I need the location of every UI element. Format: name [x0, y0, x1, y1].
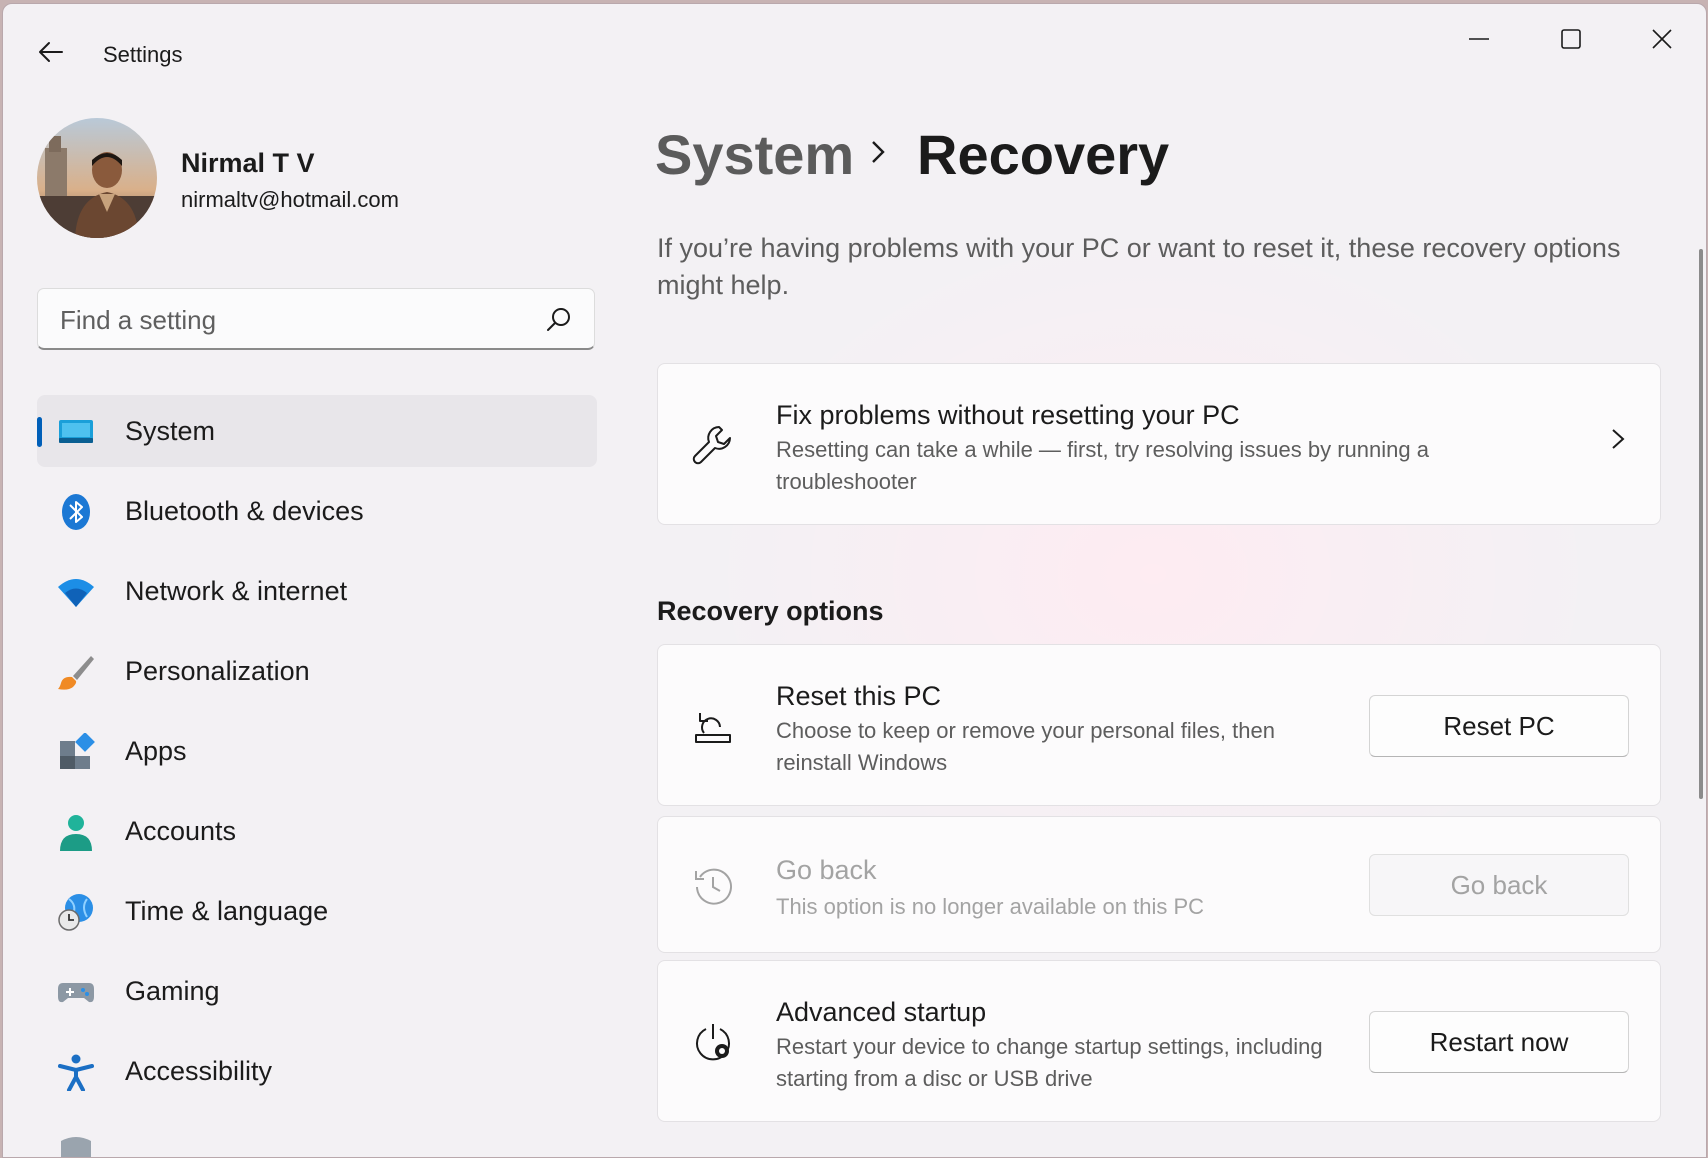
- intro-text: If you’re having problems with your PC o…: [657, 233, 1621, 300]
- card-description: This option is no longer available on th…: [776, 894, 1205, 919]
- reset-pc-card: Reset this PC Choose to keep or remove y…: [657, 644, 1661, 806]
- sidebar-item-label: System: [125, 416, 216, 446]
- avatar[interactable]: [37, 118, 157, 238]
- sidebar-item-time-language[interactable]: Time & language: [37, 875, 597, 947]
- person-icon: [60, 815, 92, 851]
- advanced-startup-icon: [696, 1024, 730, 1061]
- restart-now-button[interactable]: Restart now: [1369, 1011, 1629, 1073]
- search-icon[interactable]: [546, 307, 572, 333]
- sidebar-item-personalization[interactable]: Personalization: [37, 635, 597, 707]
- wrench-icon: [692, 426, 731, 465]
- accessibility-icon: [58, 1054, 94, 1091]
- sidebar-item-label: Network & internet: [125, 576, 348, 606]
- card-description: Resetting can take a while — first, try …: [776, 437, 1429, 494]
- shield-icon: [61, 1137, 91, 1157]
- search-input[interactable]: [58, 299, 532, 341]
- chevron-right-icon: [872, 141, 885, 163]
- sidebar-item-gaming[interactable]: Gaming: [37, 955, 597, 1027]
- sidebar-item-label: Personalization: [125, 656, 310, 686]
- card-title: Go back: [776, 855, 877, 885]
- user-name: Nirmal T V: [181, 148, 315, 178]
- history-icon: [695, 868, 732, 905]
- sidebar-item-label: Apps: [125, 736, 187, 766]
- sidebar-item-network[interactable]: Network & internet: [37, 555, 597, 627]
- minimize-button[interactable]: [1439, 14, 1519, 64]
- active-indicator: [37, 417, 42, 447]
- bluetooth-icon: [62, 494, 90, 530]
- close-button[interactable]: [1622, 14, 1702, 64]
- app-title: Settings: [103, 42, 183, 67]
- breadcrumb-parent[interactable]: System: [655, 122, 854, 187]
- card-title: Fix problems without resetting your PC: [776, 400, 1240, 430]
- sidebar-item-bluetooth[interactable]: Bluetooth & devices: [37, 475, 597, 547]
- fix-problems-card[interactable]: Fix problems without resetting your PC R…: [657, 363, 1661, 525]
- sidebar-item-system[interactable]: System: [37, 395, 597, 467]
- section-heading: Recovery options: [657, 596, 884, 626]
- sidebar-item-apps[interactable]: Apps: [37, 715, 597, 787]
- card-title: Advanced startup: [776, 997, 987, 1027]
- sidebar-item-partial[interactable]: [37, 1115, 597, 1157]
- maximize-button[interactable]: [1531, 14, 1611, 64]
- card-description: Restart your device to change startup se…: [776, 1034, 1323, 1091]
- search-box[interactable]: [37, 288, 595, 350]
- sidebar-item-label: Time & language: [125, 896, 329, 926]
- reset-pc-button[interactable]: Reset PC: [1369, 695, 1629, 757]
- sidebar-item-accessibility[interactable]: Accessibility: [37, 1035, 597, 1107]
- sidebar-item-label: Accounts: [125, 816, 237, 846]
- apps-icon: [60, 733, 95, 769]
- advanced-startup-card: Advanced startup Restart your device to …: [657, 960, 1661, 1122]
- gamepad-icon: [58, 983, 94, 1003]
- chevron-right-icon: [1612, 429, 1625, 449]
- sidebar-item-label: Accessibility: [125, 1056, 273, 1086]
- system-monitor-icon: [59, 420, 93, 443]
- card-title: Reset this PC: [776, 681, 942, 711]
- paintbrush-icon: [58, 656, 94, 690]
- sidebar-item-accounts[interactable]: Accounts: [37, 795, 597, 867]
- scrollbar[interactable]: [1699, 249, 1703, 799]
- reset-pc-icon: [695, 713, 731, 743]
- settings-window: Settings Nirmal T V nirmaltv@hotmail.com: [2, 3, 1707, 1158]
- back-button[interactable]: [31, 32, 71, 72]
- back-arrow-icon: [39, 42, 63, 62]
- user-photo-icon: [37, 118, 157, 238]
- user-email: nirmaltv@hotmail.com: [181, 187, 399, 212]
- globe-clock-icon: [58, 894, 93, 931]
- sidebar-item-label: Gaming: [125, 976, 220, 1006]
- page-title: Recovery: [917, 123, 1170, 186]
- minimize-icon: [1469, 38, 1489, 40]
- go-back-card: Go back This option is no longer availab…: [657, 816, 1661, 953]
- card-description: Choose to keep or remove your personal f…: [776, 718, 1275, 775]
- wifi-icon: [58, 579, 94, 607]
- maximize-icon: [1561, 29, 1581, 49]
- sidebar-item-label: Bluetooth & devices: [125, 496, 364, 526]
- close-icon: [1652, 29, 1672, 49]
- go-back-button[interactable]: Go back: [1369, 854, 1629, 916]
